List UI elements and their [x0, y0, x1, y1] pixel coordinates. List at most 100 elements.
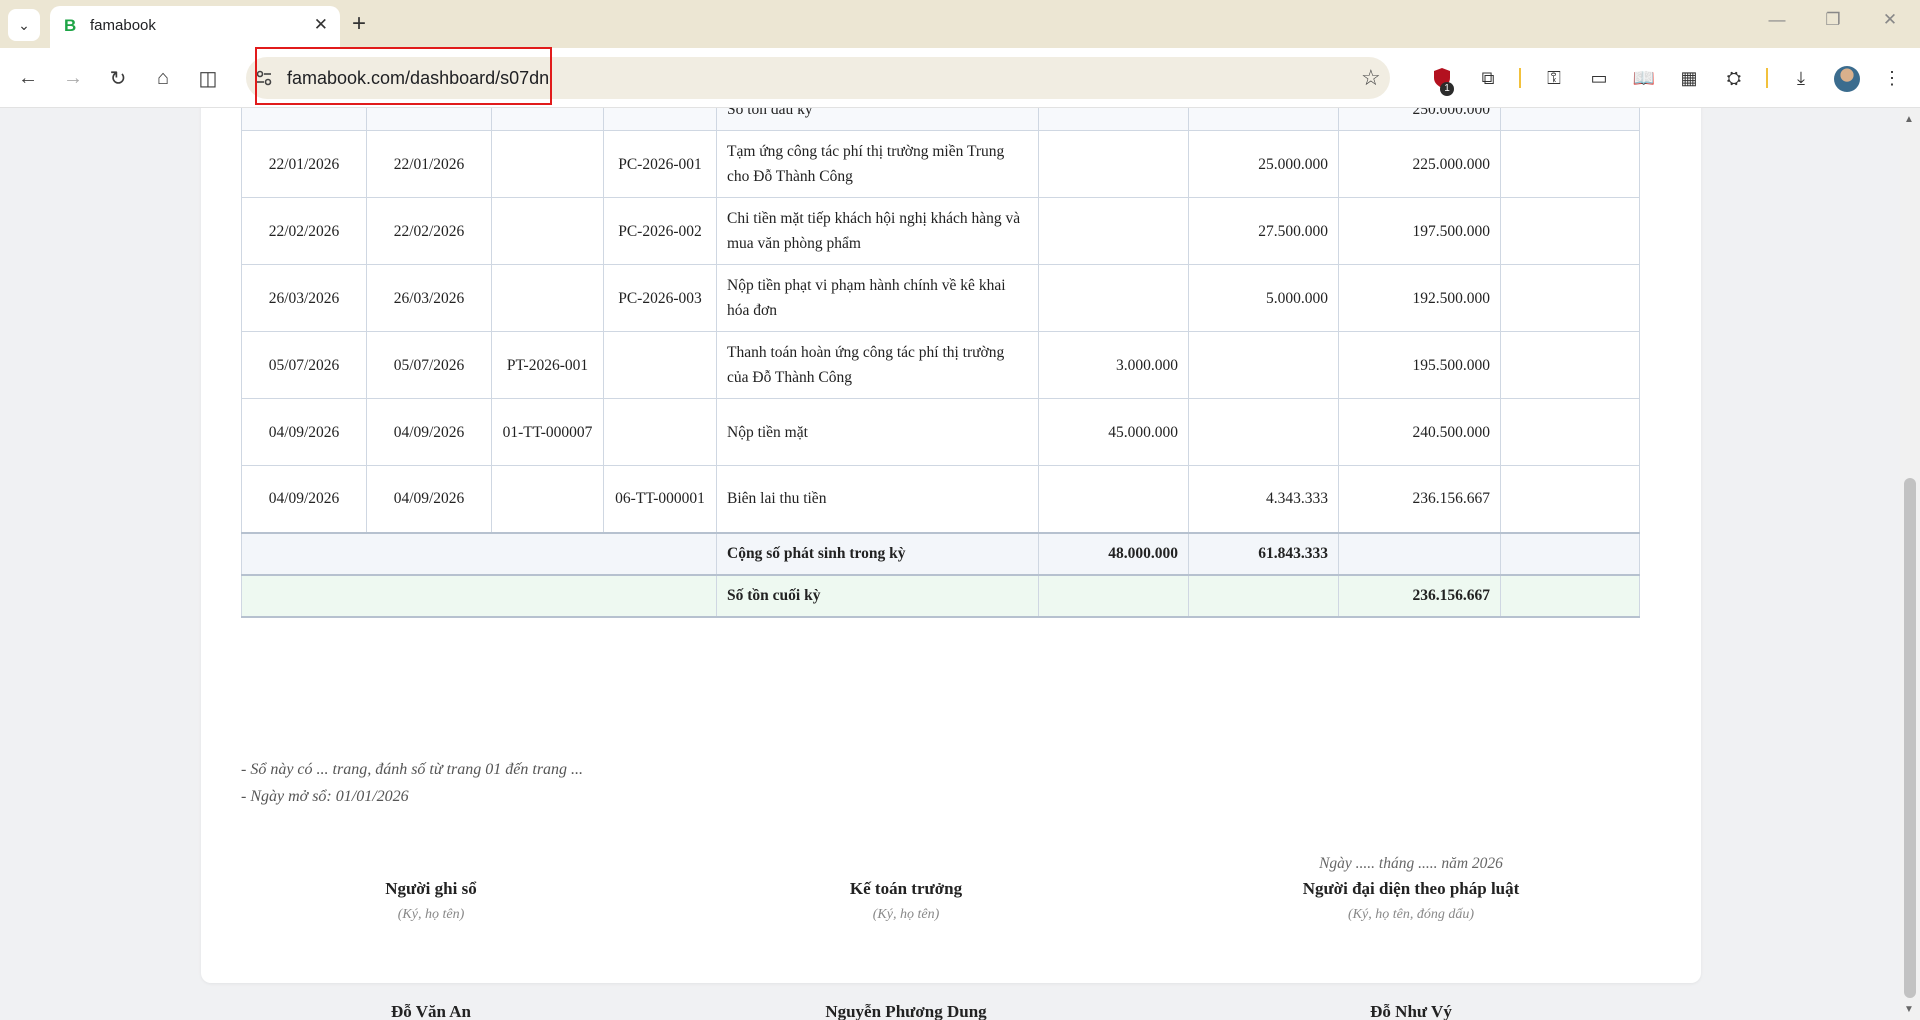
ledger-row: 22/01/2026 22/01/2026 PC-2026-001 Tạm ứng c… [241, 130, 1640, 198]
date-post-cell: 04/09/2026 [241, 465, 367, 533]
total-balance [1338, 531, 1501, 575]
receipt-no-cell [491, 465, 604, 533]
credit-cell [1188, 398, 1339, 466]
payment-no-cell: 06-TT-000001 [603, 465, 717, 533]
credit-cell: 5.000.000 [1188, 264, 1339, 332]
split-view-icon[interactable]: ◫ [194, 64, 222, 92]
notes-pages: - Sổ này có ... trang, đánh số từ trang … [241, 761, 584, 778]
report-card: Số tồn đầu kỳ 250.000.000 22/01/2026 22/01/… [201, 108, 1701, 1020]
date-doc-cell: 04/09/2026 [366, 465, 492, 533]
credit-cell: 27.500.000 [1188, 197, 1339, 265]
balance-cell: 192.500.000 [1338, 264, 1501, 332]
note-cell [1500, 264, 1640, 332]
total-credit: 61.843.333 [1188, 531, 1339, 575]
kebab-menu-icon[interactable]: ⋮ [1880, 67, 1904, 89]
home-icon[interactable]: ⌂ [149, 64, 177, 92]
scroll-thumb[interactable] [1904, 478, 1916, 998]
reload-icon[interactable]: ↻ [104, 64, 132, 92]
minimize-icon[interactable]: — [1762, 10, 1792, 30]
download-icon[interactable]: ⤓ [1789, 67, 1813, 89]
total-row: Cộng số phát sinh trong kỳ 48.000.000 61… [241, 531, 1640, 575]
signature-recorder: Người ghi sổ (Ký, họ tên) Đỗ Văn An [201, 874, 661, 1020]
forward-arrow-icon[interactable]: → [59, 64, 87, 92]
ledger-row: 05/07/2026 05/07/2026 PT-2026-001 Thanh toá… [241, 331, 1640, 399]
payment-no-cell [603, 331, 717, 399]
incognito-icon[interactable]: ⛭ [1722, 67, 1746, 89]
signature-name: Đỗ Như Vý [1370, 1002, 1452, 1020]
debit-cell: 3.000.000 [1038, 331, 1189, 399]
note-cell [1500, 197, 1640, 265]
note-cell [1500, 331, 1640, 399]
tab-search-icon[interactable]: ⌄ [8, 9, 40, 41]
debit-cell [1038, 465, 1189, 533]
description-cell: Số tồn đầu kỳ [716, 108, 1039, 131]
closing-note [1500, 573, 1640, 618]
total-note [1500, 531, 1640, 575]
toolbar-divider [1519, 68, 1521, 88]
date-post-cell [241, 108, 367, 131]
description-cell: Biên lai thu tiền [716, 465, 1039, 533]
ledger-row: 22/02/2026 22/02/2026 PC-2026-002 Chi tiền … [241, 197, 1640, 265]
cash-ledger-table: Số tồn đầu kỳ 250.000.000 22/01/2026 22/01/… [241, 108, 1640, 618]
total-debit: 48.000.000 [1038, 531, 1189, 575]
plus-icon[interactable]: + [352, 10, 366, 38]
restore-icon[interactable]: ❐ [1818, 10, 1848, 30]
closing-balance: 236.156.667 [1338, 573, 1501, 618]
closing-credit [1188, 573, 1339, 618]
debit-cell [1038, 264, 1189, 332]
page-scrollbar[interactable]: ▲ ▼ [1900, 108, 1920, 1020]
description-cell: Tạm ứng công tác phí thị trường miền Tru… [716, 130, 1039, 198]
bookmark-star-icon[interactable]: ☆ [1361, 65, 1381, 91]
total-spacer [241, 531, 717, 575]
favicon-icon: B [64, 16, 77, 35]
closing-debit [1038, 573, 1189, 618]
balance-cell: 240.500.000 [1338, 398, 1501, 466]
window-close-icon[interactable]: ✕ [1875, 10, 1905, 30]
browser-tab[interactable]: B famabook ✕ [50, 6, 340, 48]
credit-cell: 4.343.333 [1188, 465, 1339, 533]
note-cell [1500, 108, 1640, 131]
avatar[interactable] [1834, 66, 1860, 92]
receipt-no-cell: PT-2026-001 [491, 331, 604, 399]
date-post-cell: 04/09/2026 [241, 398, 367, 466]
payment-no-cell: PC-2026-001 [603, 130, 717, 198]
signature-legal-representative: Người đại diện theo pháp luật (Ký, họ tê… [1181, 874, 1641, 1020]
date-doc-cell: 26/03/2026 [366, 264, 492, 332]
layout-icon[interactable]: ▦ [1677, 67, 1701, 89]
signature-date-line: Ngày ..... tháng ..... năm 2026 [1319, 855, 1503, 872]
signature-title: Kế toán trưởng [849, 879, 963, 898]
signature-name: Đỗ Văn An [391, 1002, 471, 1020]
puzzle-icon[interactable]: ⧉ [1476, 67, 1500, 89]
receipt-no-cell: 01-TT-000007 [491, 398, 604, 466]
date-doc-cell: 04/09/2026 [366, 398, 492, 466]
debit-cell [1038, 130, 1189, 198]
page-viewport: Số tồn đầu kỳ 250.000.000 22/01/2026 22/01/… [12, 108, 1890, 1020]
date-post-cell: 22/01/2026 [241, 130, 367, 198]
note-cell [1500, 398, 1640, 466]
card-icon[interactable]: ▭ [1587, 67, 1611, 89]
date-post-cell: 22/02/2026 [241, 197, 367, 265]
scroll-up-icon[interactable]: ▲ [1904, 114, 1914, 125]
key-icon[interactable]: ⚿ [1542, 67, 1566, 89]
closing-spacer [241, 573, 717, 618]
opening-balance-row: Số tồn đầu kỳ 250.000.000 [241, 108, 1640, 131]
signature-chief-accountant: Kế toán trưởng (Ký, họ tên) Nguyễn Phươn… [676, 874, 1136, 1020]
scroll-down-icon[interactable]: ▼ [1904, 1004, 1914, 1015]
description-cell: Chi tiền mặt tiếp khách hội nghị khách h… [716, 197, 1039, 265]
balance-cell: 236.156.667 [1338, 465, 1501, 533]
debit-cell: 45.000.000 [1038, 398, 1189, 466]
date-doc-cell: 05/07/2026 [366, 331, 492, 399]
ledger-row: 04/09/2026 04/09/2026 01-TT-000007 Nộp tiền… [241, 398, 1640, 466]
tab-title: famabook [90, 17, 156, 34]
date-post-cell: 05/07/2026 [241, 331, 367, 399]
close-icon[interactable]: ✕ [314, 15, 328, 35]
debit-cell [1038, 197, 1189, 265]
receipt-no-cell [491, 264, 604, 332]
signature-hint: (Ký, họ tên, đóng dấu) [1348, 907, 1474, 922]
description-cell: Thanh toán hoàn ứng công tác phí thị trư… [716, 331, 1039, 399]
back-arrow-icon[interactable]: ← [14, 64, 42, 92]
balance-cell: 250.000.000 [1338, 108, 1501, 131]
date-post-cell: 26/03/2026 [241, 264, 367, 332]
receipt-no-cell [491, 130, 604, 198]
reading-mode-icon[interactable]: 📖 [1632, 67, 1656, 89]
